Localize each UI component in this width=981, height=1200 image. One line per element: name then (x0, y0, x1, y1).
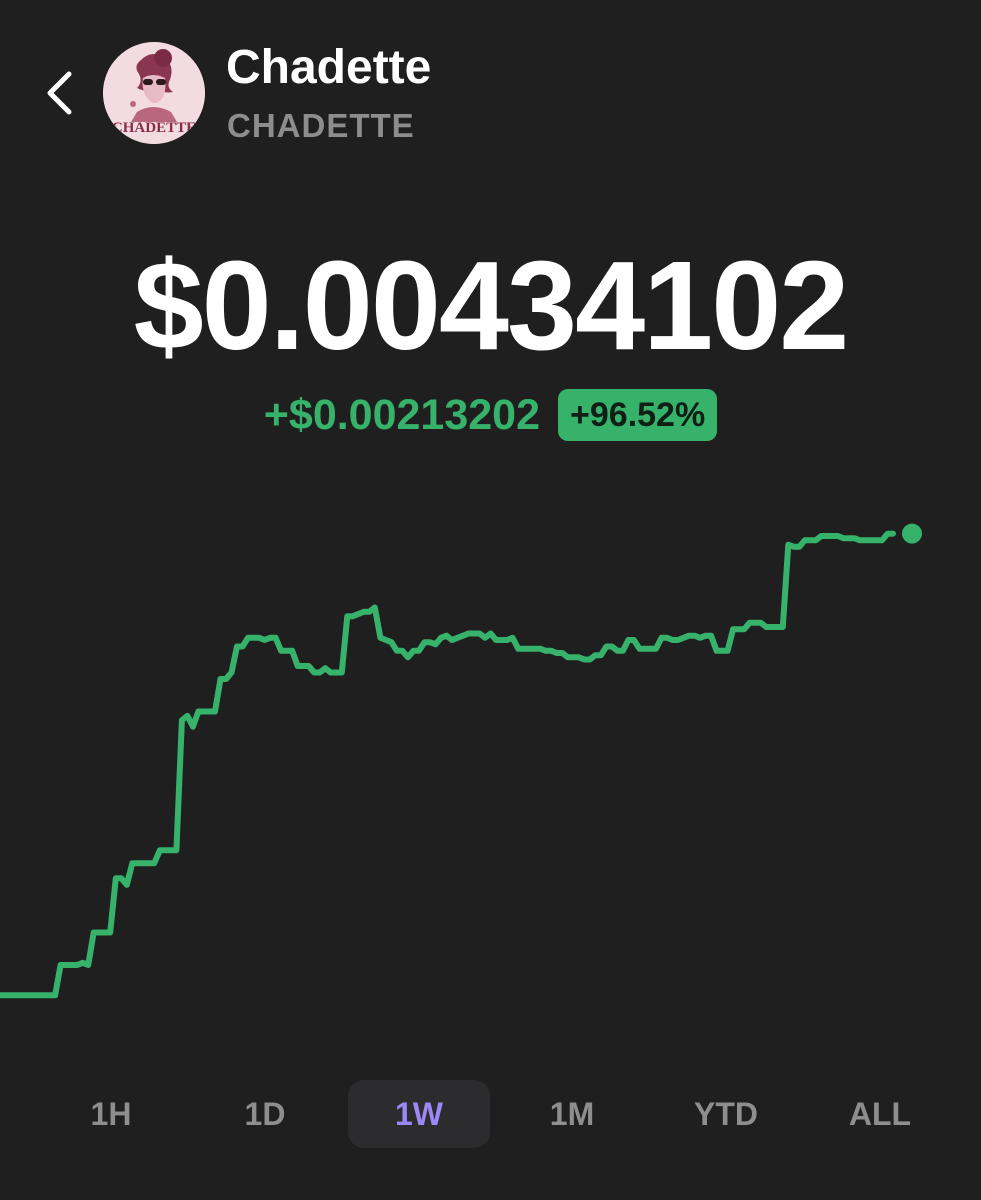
time-range-selector: 1H 1D 1W 1M YTD ALL (0, 1076, 981, 1152)
avatar-logo-text: CHADETTE (112, 120, 196, 136)
range-tab-1h[interactable]: 1H (40, 1080, 182, 1148)
header: CHADETTE Chadette CHADETTE (0, 0, 981, 170)
token-name: Chadette (226, 41, 432, 94)
chevron-left-icon (47, 71, 72, 115)
back-button[interactable] (36, 62, 84, 124)
current-price-marker (902, 523, 922, 544)
price-chart[interactable] (0, 470, 981, 1050)
current-price: $0.00434102 (133, 235, 850, 376)
price-line (0, 530, 896, 999)
token-logo-image: CHADETTE (103, 42, 205, 144)
price-change-row: +$0.00213202 +96.52% (0, 388, 981, 442)
range-tab-1m[interactable]: 1M (501, 1080, 643, 1148)
range-tab-ytd[interactable]: YTD (655, 1080, 797, 1148)
price-change-amount: +$0.00213202 (263, 391, 541, 439)
range-tab-1w[interactable]: 1W (348, 1080, 490, 1148)
range-tab-1d[interactable]: 1D (194, 1080, 336, 1148)
range-tab-all[interactable]: ALL (809, 1080, 951, 1148)
token-avatar: CHADETTE (103, 42, 205, 144)
token-symbol: CHADETTE (227, 107, 415, 144)
price-change-percent-badge: +96.52% (558, 389, 718, 441)
